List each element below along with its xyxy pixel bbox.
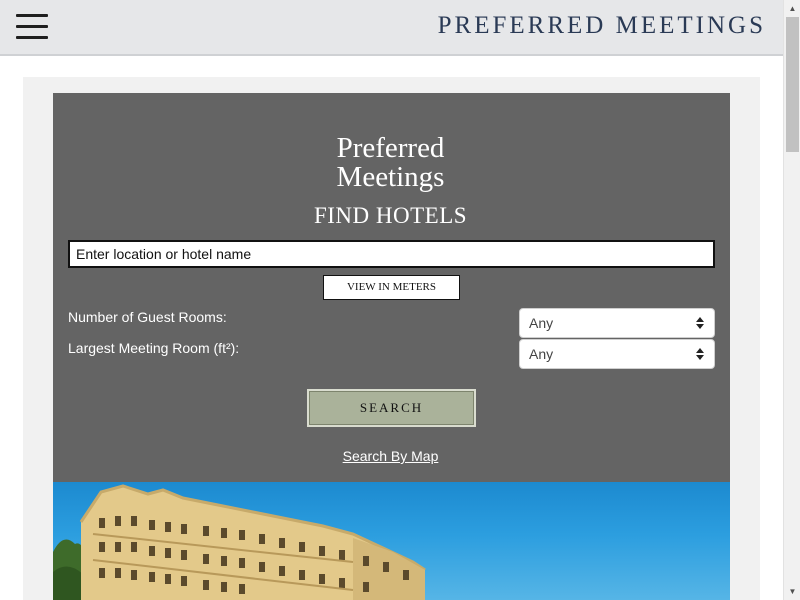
find-hotels-heading: FIND HOTELS <box>313 203 468 228</box>
brand-title[interactable]: PREFERRED MEETINGS <box>438 12 766 40</box>
guest-rooms-select[interactable]: Any <box>519 308 715 338</box>
select-arrows-icon <box>696 348 704 360</box>
meeting-room-label: Largest Meeting Room (ft²): <box>68 340 240 356</box>
guest-rooms-label: Number of Guest Rooms: <box>68 309 227 325</box>
search-button[interactable]: SEARCH <box>307 389 476 427</box>
hamburger-icon[interactable] <box>16 14 48 40</box>
search-by-map-link: Search By Map <box>0 448 781 464</box>
view-in-meters-button[interactable]: VIEW IN METERS <box>323 275 460 300</box>
meeting-room-value: Any <box>529 346 554 362</box>
guest-rooms-value: Any <box>529 315 554 331</box>
select-arrows-icon <box>696 317 704 329</box>
scroll-up-icon[interactable]: ▲ <box>784 0 800 17</box>
search-by-map-text[interactable]: Search By Map <box>343 448 439 464</box>
scroll-thumb[interactable] <box>786 17 799 152</box>
location-search-input[interactable] <box>68 240 715 268</box>
vertical-scrollbar[interactable]: ▲ ▼ <box>783 0 800 600</box>
hotel-photo <box>53 482 730 600</box>
panel-logo: Preferred Meetings <box>0 134 781 192</box>
scroll-down-icon[interactable]: ▼ <box>784 583 800 600</box>
meeting-room-select[interactable]: Any <box>519 339 715 369</box>
top-bar: PREFERRED MEETINGS <box>0 0 800 56</box>
logo-line-2: Meetings <box>336 161 445 193</box>
hotel-illustration <box>53 484 426 600</box>
logo-line-1: Preferred <box>336 132 445 164</box>
